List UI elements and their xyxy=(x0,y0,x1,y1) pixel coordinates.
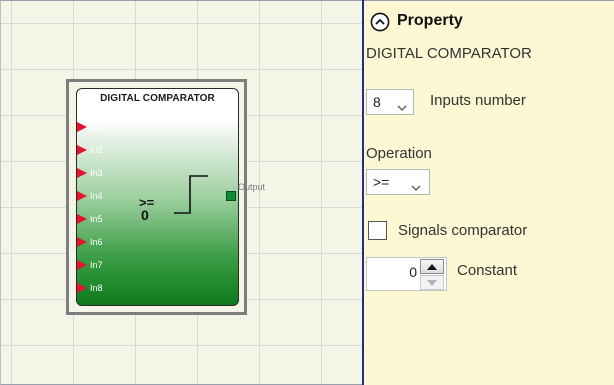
input-label: In1 xyxy=(90,122,103,132)
input-label: In3 xyxy=(90,168,103,178)
input-pin-icon[interactable] xyxy=(77,191,87,201)
inputs-number-value: 8 xyxy=(373,94,381,110)
input-pin-icon[interactable] xyxy=(77,122,87,132)
constant-label: Constant xyxy=(457,262,518,279)
input-label: In2 xyxy=(90,145,103,155)
block-title: DIGITAL COMPARATOR xyxy=(100,93,215,104)
spin-up-icon[interactable] xyxy=(420,259,444,274)
operation-select[interactable]: >= xyxy=(366,169,430,195)
input-label: In4 xyxy=(90,191,103,201)
input-pin-icon[interactable] xyxy=(77,168,87,178)
block-constant-text: 0 xyxy=(141,207,149,223)
inputs-number-select[interactable]: 8 xyxy=(366,89,414,115)
input-pin-icon[interactable] xyxy=(77,283,87,293)
input-pin-icon[interactable] xyxy=(77,214,87,224)
constant-value[interactable]: 0 xyxy=(366,264,417,280)
operation-value: >= xyxy=(373,174,390,190)
input-pin-icon[interactable] xyxy=(77,145,87,155)
inputs-number-label: Inputs number xyxy=(430,92,526,109)
input-label: In5 xyxy=(90,214,103,224)
input-label: In7 xyxy=(90,260,103,270)
chevron-up-circle-icon[interactable] xyxy=(370,12,390,32)
signals-comparator-label: Signals comparator xyxy=(398,222,528,239)
chevron-down-icon xyxy=(397,99,407,115)
panel-title: Property xyxy=(397,12,463,29)
step-function-icon xyxy=(172,173,228,222)
spin-down-icon[interactable] xyxy=(420,275,444,290)
operation-label: Operation xyxy=(366,145,432,162)
output-port-icon[interactable] xyxy=(226,191,236,201)
component-name: DIGITAL COMPARATOR xyxy=(366,45,532,62)
chevron-down-icon xyxy=(411,179,421,195)
input-pin-icon[interactable] xyxy=(77,260,87,270)
signals-comparator-checkbox[interactable] xyxy=(368,221,387,240)
input-label: In8 xyxy=(90,283,103,293)
input-label: In6 xyxy=(90,237,103,247)
output-label: Output xyxy=(238,182,266,192)
input-pin-icon[interactable] xyxy=(77,237,87,247)
